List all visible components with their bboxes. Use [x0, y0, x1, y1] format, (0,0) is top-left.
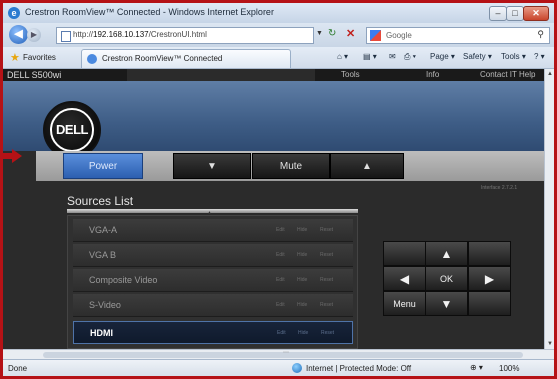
source-item-vga-a[interactable]: VGA-A Edit Hide Reset — [73, 219, 353, 242]
source-item-vga-b[interactable]: VGA B Edit Hide Reset — [73, 244, 353, 267]
scroll-grip-icon: ⋯ — [283, 350, 289, 356]
top-menu-info[interactable]: Info — [426, 70, 439, 79]
scroll-down-arrow-icon[interactable]: ▼ — [547, 341, 553, 347]
sources-title: Sources List — [67, 194, 134, 208]
dpad-down-button[interactable]: ▼ — [425, 291, 468, 316]
callout-arrow-icon — [0, 149, 22, 163]
source-label: VGA-A — [89, 225, 118, 235]
zoom-icon[interactable]: ⊕ ▾ — [470, 363, 483, 372]
address-url[interactable]: http://192.168.10.137/CrestronUI.html — [73, 30, 207, 39]
top-menu-tools[interactable]: Tools — [341, 70, 360, 79]
edit-link[interactable]: Edit — [277, 330, 286, 336]
power-button[interactable]: Power — [63, 153, 143, 179]
dpad-menu-button[interactable]: Menu — [383, 291, 426, 316]
hide-link[interactable]: Hide — [298, 330, 308, 336]
search-placeholder: Google — [386, 31, 412, 40]
minimize-button[interactable]: – — [489, 6, 507, 21]
device-name: DELL S500wi — [3, 69, 127, 81]
vertical-scrollbar[interactable]: ▲ ▼ — [544, 69, 554, 349]
top-menu: Tools Info Contact IT Help — [315, 69, 544, 81]
window-title: Crestron RoomView™ Connected - Windows I… — [25, 7, 274, 17]
reset-link[interactable]: Reset — [320, 302, 333, 308]
hide-link[interactable]: Hide — [297, 252, 307, 258]
maximize-button[interactable]: □ — [506, 6, 524, 21]
source-item-composite-video[interactable]: Composite Video Edit Hide Reset — [73, 269, 353, 292]
home-icon[interactable]: ⌂ ▾ — [337, 52, 348, 61]
reset-link[interactable]: Reset — [320, 227, 333, 233]
scroll-up-arrow-icon[interactable]: ▲ — [547, 71, 553, 77]
page-menu[interactable]: Page ▾ — [430, 52, 455, 61]
top-menu-contact-it-help[interactable]: Contact IT Help — [480, 70, 535, 79]
source-label: Composite Video — [89, 275, 158, 285]
search-icon[interactable]: ⚲ — [537, 29, 544, 40]
reset-link[interactable]: Reset — [320, 252, 333, 258]
source-item-s-video[interactable]: S-Video Edit Hide Reset — [73, 294, 353, 317]
dpad-up-button[interactable]: ▲ — [425, 241, 468, 266]
stop-icon[interactable]: ✕ — [346, 27, 355, 40]
address-bar[interactable]: http://192.168.10.137/CrestronUI.html — [56, 27, 314, 44]
navigation-pad: ▲ ◀ OK ▶ Menu ▼ — [375, 234, 515, 337]
status-text: Done — [8, 364, 28, 373]
edit-link[interactable]: Edit — [276, 252, 285, 258]
search-input[interactable]: Google ⚲ — [366, 27, 550, 44]
volume-up-button[interactable]: ▲ — [330, 153, 404, 179]
print-icon[interactable]: ⎙ ▾ — [404, 52, 416, 62]
sources-divider — [67, 209, 358, 213]
title-bar: e Crestron RoomView™ Connected - Windows… — [3, 3, 554, 23]
security-zone[interactable]: Internet | Protected Mode: Off — [306, 364, 411, 373]
tab-title: Crestron RoomView™ Connected — [102, 54, 223, 63]
feeds-icon[interactable]: ▤ ▾ — [363, 52, 377, 61]
tools-menu[interactable]: Tools ▾ — [501, 52, 526, 61]
dpad-left-button[interactable]: ◀ — [383, 266, 426, 291]
edit-link[interactable]: Edit — [276, 227, 285, 233]
refresh-icon[interactable]: ↻ — [328, 28, 336, 39]
address-toolbar: ◀ ▶ http://192.168.10.137/CrestronUI.htm… — [3, 23, 554, 47]
safety-menu[interactable]: Safety ▾ — [463, 52, 492, 61]
favorites-button[interactable]: Favorites — [23, 53, 56, 62]
dpad-blank-tr — [468, 241, 511, 266]
source-label: S-Video — [89, 300, 121, 310]
favorites-star-icon[interactable]: ★ — [10, 51, 20, 64]
favorites-bar: ★ Favorites Crestron RoomView™ Connected… — [3, 47, 554, 69]
ie-logo-icon: e — [8, 7, 20, 19]
back-button[interactable]: ◀ — [9, 25, 28, 44]
source-label: HDMI — [90, 328, 113, 338]
edit-link[interactable]: Edit — [276, 302, 285, 308]
source-item-hdmi[interactable]: HDMI Edit Hide Reset — [73, 321, 353, 344]
source-label: VGA B — [89, 250, 117, 260]
dpad-blank-br — [468, 291, 511, 316]
hide-link[interactable]: Hide — [297, 277, 307, 283]
screenshot-frame: e Crestron RoomView™ Connected - Windows… — [0, 0, 557, 379]
google-icon — [370, 30, 381, 41]
page-icon — [61, 31, 71, 42]
forward-button[interactable]: ▶ — [27, 28, 41, 42]
help-icon[interactable]: ? ▾ — [534, 52, 545, 61]
dpad-ok-button[interactable]: OK — [425, 266, 468, 291]
page-viewport: DELL S500wi Tools Info Contact IT Help D… — [3, 69, 544, 349]
close-button[interactable]: ✕ — [523, 6, 549, 21]
status-bar: Done Internet | Protected Mode: Off ⊕ ▾ … — [3, 359, 554, 376]
reset-link[interactable]: Reset — [320, 277, 333, 283]
address-dropdown-icon[interactable]: ▼ — [316, 30, 323, 37]
version-label: Interface 2.7.2.1 — [481, 185, 518, 191]
reset-link[interactable]: Reset — [321, 330, 334, 336]
browser-tab[interactable]: Crestron RoomView™ Connected — [81, 49, 291, 68]
mute-button[interactable]: Mute — [252, 153, 330, 179]
tab-favicon-icon — [87, 54, 97, 64]
dpad-right-button[interactable]: ▶ — [468, 266, 511, 291]
hide-link[interactable]: Hide — [297, 302, 307, 308]
zoom-level[interactable]: 100% — [499, 364, 519, 373]
edit-link[interactable]: Edit — [276, 277, 285, 283]
dell-logo-text: DELL — [50, 108, 94, 152]
volume-down-button[interactable]: ▼ — [173, 153, 251, 179]
hide-link[interactable]: Hide — [297, 227, 307, 233]
internet-zone-icon — [292, 363, 302, 373]
mail-icon[interactable]: ✉ — [389, 52, 396, 61]
dpad-blank-tl — [383, 241, 426, 266]
